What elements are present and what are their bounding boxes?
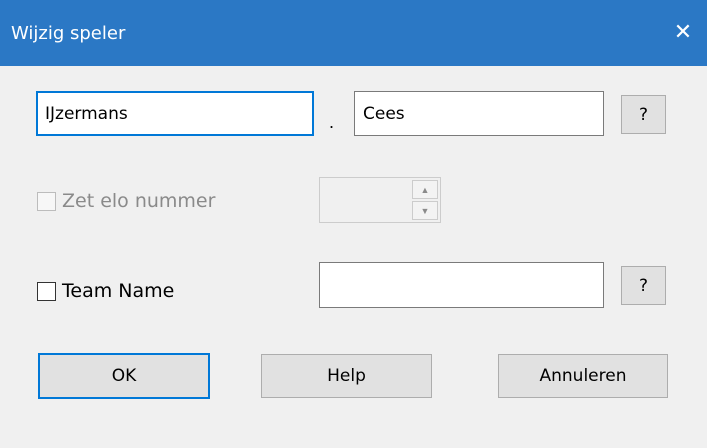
team-name-field[interactable] (319, 262, 604, 308)
edit-player-dialog: Wijzig speler ✕ IJzermans . Cees ? Zet e… (0, 0, 707, 448)
dialog-title: Wijzig speler (11, 23, 126, 44)
elo-number-spinner[interactable]: ▲ ▼ (319, 177, 441, 223)
team-lookup-button[interactable]: ? (621, 266, 666, 305)
elo-checkbox-label: Zet elo nummer (62, 190, 216, 212)
elo-checkbox[interactable] (37, 191, 56, 211)
title-bar: Wijzig speler ✕ (0, 0, 707, 66)
spinner-buttons: ▲ ▼ (412, 180, 438, 220)
spin-up-icon[interactable]: ▲ (412, 180, 438, 199)
name-lookup-button[interactable]: ? (621, 95, 666, 134)
team-checkbox-label: Team Name (62, 280, 175, 302)
name-separator: . (329, 112, 335, 132)
team-checkbox[interactable] (37, 281, 56, 301)
ok-button[interactable]: OK (38, 353, 210, 399)
close-icon[interactable]: ✕ (661, 16, 705, 50)
help-button[interactable]: Help (261, 354, 432, 398)
team-checkbox-row[interactable]: Team Name (37, 280, 174, 302)
spin-down-icon[interactable]: ▼ (412, 201, 438, 220)
cancel-button[interactable]: Annuleren (498, 354, 668, 398)
last-name-field[interactable]: IJzermans (36, 91, 314, 136)
first-name-field[interactable]: Cees (354, 91, 604, 136)
elo-checkbox-row[interactable]: Zet elo nummer (37, 190, 215, 212)
